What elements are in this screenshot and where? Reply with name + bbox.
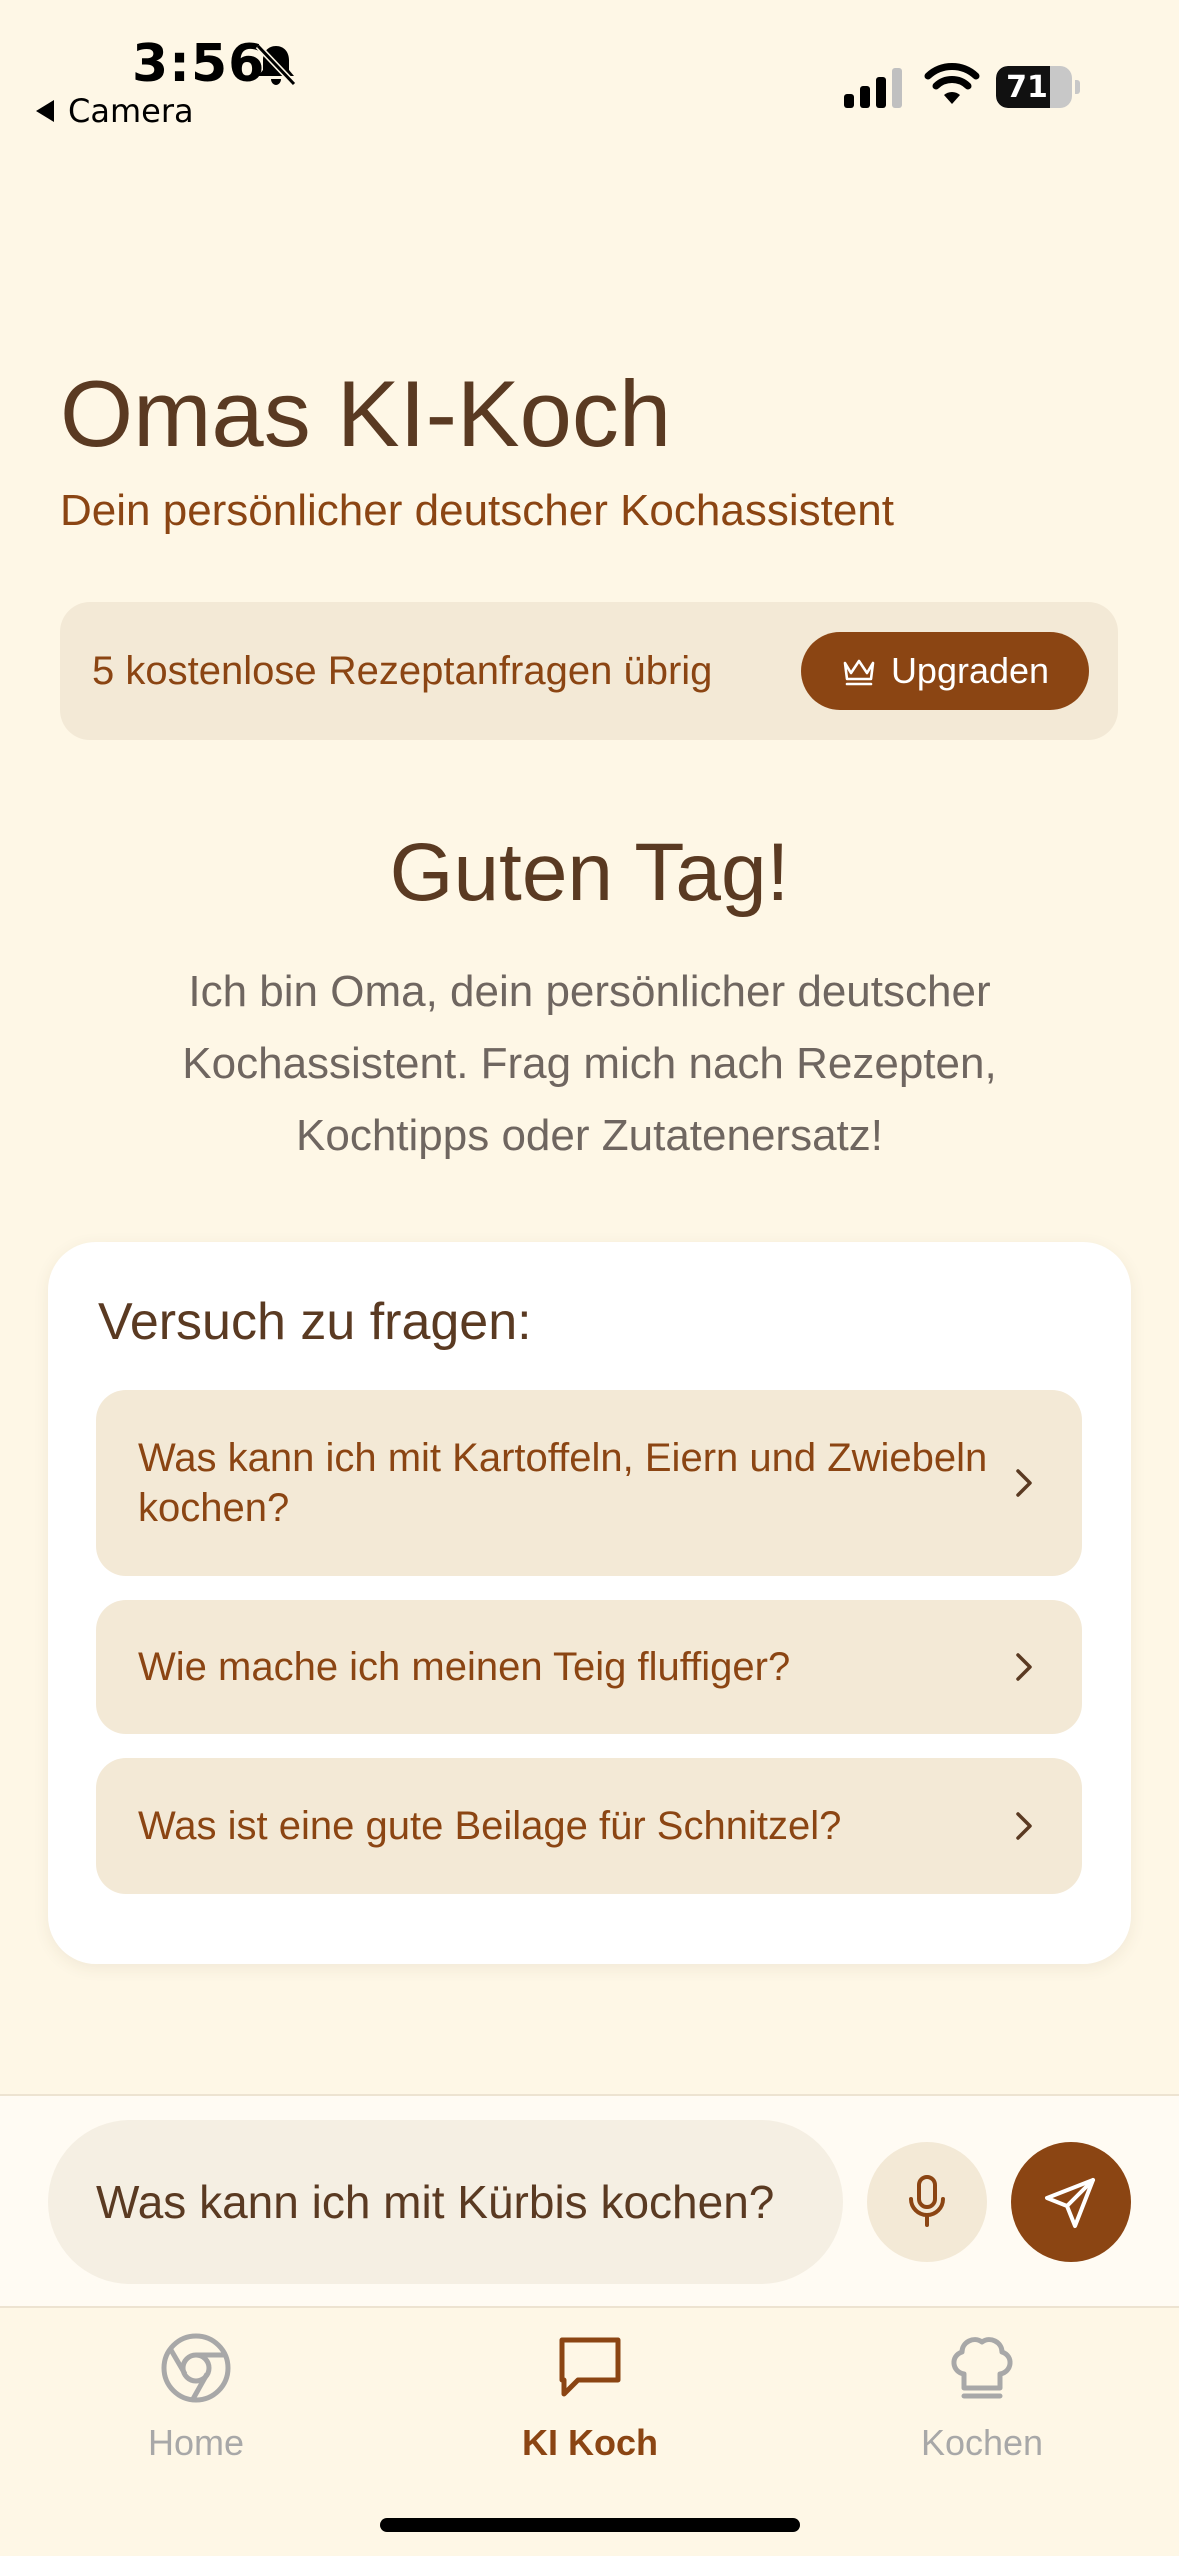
microphone-button[interactable]	[867, 2142, 987, 2262]
chat-bubble-icon	[559, 2337, 621, 2397]
back-caret-icon	[36, 100, 54, 122]
suggestions-heading: Versuch zu fragen:	[98, 1293, 532, 1351]
upgrade-label: Upgraden	[890, 650, 1050, 691]
chevron-right-icon	[1016, 1469, 1032, 1497]
wifi-icon	[924, 63, 980, 104]
chat-input-value: Was kann ich mit Kürbis kochen?	[96, 2176, 775, 2228]
status-time: 3:56	[132, 34, 266, 94]
chef-hat-icon	[951, 2337, 1013, 2399]
battery-percent: 71	[1006, 69, 1048, 105]
tab-home[interactable]: Home	[46, 2330, 346, 2480]
app-subtitle: Dein persönlicher deutscher Kochassisten…	[60, 486, 895, 535]
greeting-body: Ich bin Oma, dein persönlicher deutscher…	[182, 967, 997, 1160]
tab-ki-koch[interactable]: KI Koch	[440, 2330, 740, 2480]
back-label-text: Camera	[68, 92, 194, 130]
app-title: Omas KI-Koch	[60, 361, 672, 466]
chevron-right-icon	[1016, 1653, 1032, 1681]
tab-label: KI Koch	[521, 2422, 658, 2463]
chevron-right-icon	[1016, 1812, 1032, 1840]
send-button[interactable]	[1011, 2142, 1131, 2262]
crown-icon	[843, 659, 875, 686]
suggestion-item[interactable]: Was ist eine gute Beilage für Schnitzel?	[96, 1758, 1082, 1894]
tab-kochen[interactable]: Kochen	[832, 2330, 1132, 2480]
suggestion-item[interactable]: Was kann ich mit Kartoffeln, Eiern und Z…	[96, 1390, 1082, 1576]
microphone-icon	[909, 2175, 945, 2227]
tab-label: Home	[147, 2422, 245, 2463]
suggestion-text: Was kann ich mit Kartoffeln, Eiern und Z…	[138, 1436, 988, 1530]
status-bar: 3:56 Camera 71	[0, 0, 1179, 140]
suggestion-text: Was ist eine gute Beilage für Schnitzel?	[138, 1804, 842, 1848]
quota-banner: 5 kostenlose Rezeptanfragen übrig Upgrad…	[60, 602, 1118, 740]
quota-text: 5 kostenlose Rezeptanfragen übrig	[92, 648, 713, 693]
upgrade-button[interactable]: Upgraden	[801, 632, 1089, 710]
chat-input[interactable]: Was kann ich mit Kürbis kochen?	[48, 2120, 843, 2284]
chrome-icon	[161, 2333, 231, 2403]
back-to-camera[interactable]: Camera	[36, 92, 194, 130]
suggestion-item[interactable]: Wie mache ich meinen Teig fluffiger?	[96, 1600, 1082, 1734]
bell-muted-icon	[255, 43, 297, 87]
cellular-signal-icon	[844, 68, 902, 108]
send-icon	[1045, 2178, 1095, 2228]
greeting-title: Guten Tag!	[389, 827, 790, 918]
home-indicator[interactable]	[380, 2518, 800, 2532]
suggestion-text: Wie mache ich meinen Teig fluffiger?	[138, 1645, 791, 1689]
battery-indicator: 71	[996, 66, 1080, 108]
tab-label: Kochen	[920, 2422, 1044, 2463]
suggestions-card: Versuch zu fragen: Was kann ich mit Kart…	[48, 1242, 1131, 1964]
